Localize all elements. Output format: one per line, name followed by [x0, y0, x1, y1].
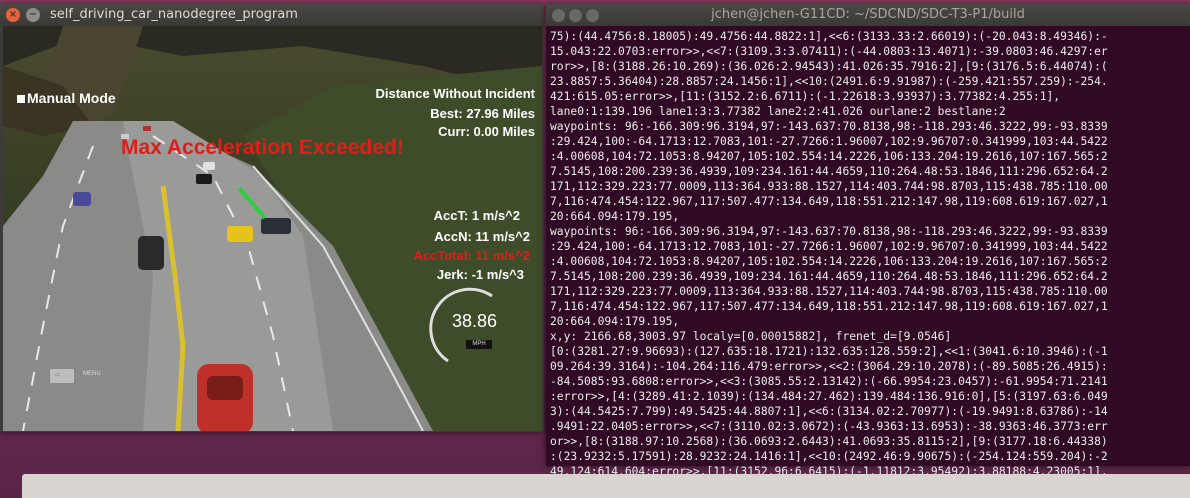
tangential-acceleration: AccT: 1 m/s^2: [433, 208, 520, 223]
terminal-title: jchen@jchen-G11CD: ~/SDCND/SDC-T3-P1/bui…: [711, 7, 1025, 22]
menu-icon: ▭: [55, 372, 60, 378]
simulator-titlebar[interactable]: × − self_driving_car_nanodegree_program: [0, 4, 544, 26]
best-distance: Best: 27.96 Miles: [430, 106, 535, 121]
terminal-line: 20:664.094:179.195,: [550, 315, 680, 328]
terminal-titlebar[interactable]: jchen@jchen-G11CD: ~/SDCND/SDC-T3-P1/bui…: [546, 4, 1190, 26]
menu-label: MENU: [83, 371, 101, 377]
jerk-readout: Jerk: -1 m/s^3: [436, 267, 524, 282]
terminal-window[interactable]: jchen@jchen-G11CD: ~/SDCND/SDC-T3-P1/bui…: [546, 4, 1190, 474]
terminal-line: 7.5145,108:200.239:36.4939,109:234.161:4…: [550, 270, 1108, 283]
terminal-line: 7.5145,108:200.239:36.4939,109:234.161:4…: [550, 165, 1108, 178]
close-icon[interactable]: [552, 9, 565, 22]
manual-mode-indicator: Manual Mode: [17, 90, 116, 106]
simulator-window[interactable]: × − self_driving_car_nanodegree_program: [0, 4, 544, 432]
terminal-line: :4.00608,104:72.1053:8.94207,105:102.554…: [550, 255, 1108, 268]
terminal-line: :29.424,100:-64.1713:12.7083,101:-27.726…: [550, 240, 1108, 253]
maximize-icon[interactable]: [586, 9, 599, 22]
terminal-line: 7,116:474.454:122.967,117:507.477:134.64…: [550, 300, 1108, 313]
total-acceleration: AccTotal: 11 m/s^2: [413, 248, 530, 263]
terminal-line: 20:664.094:179.195,: [550, 210, 680, 223]
terminal-line: :4.00608,104:72.1053:8.94207,105:102.554…: [550, 150, 1108, 163]
terminal-line: x,y: 2166.68,3003.97 localy=[0.00015882]…: [550, 330, 952, 343]
terminal-line: 49.124:614.604:error>>,[11:(3152.96:6.64…: [550, 465, 1108, 474]
distance-title: Distance Without Incident: [375, 86, 536, 101]
close-icon[interactable]: ×: [6, 8, 20, 22]
normal-acceleration: AccN: 11 m/s^2: [434, 229, 530, 244]
terminal-line: ror>>,[8:(3188.26:10.269):(36.026:2.9454…: [550, 60, 1108, 73]
terminal-line: 23.8857:5.36404):28.8857:24.1456:1],<<10…: [550, 75, 1108, 88]
taskbar: [22, 474, 1190, 498]
minimize-icon[interactable]: −: [26, 8, 40, 22]
acceleration-warning: Max Acceleration Exceeded!: [121, 136, 404, 159]
terminal-line: [0:(3281.27:9.96693):(127.635:18.1721):1…: [550, 345, 1108, 358]
terminal-output[interactable]: 75):(44.4756:8.18005):49.4756:44.8822:1]…: [550, 29, 1186, 474]
minimize-icon[interactable]: [569, 9, 582, 22]
terminal-line: lane0:1:139.196 lane1:3:3.77382 lane2:2:…: [550, 105, 1006, 118]
terminal-line: 3):(44.5425:7.799):49.5425:44.8807:1],<<…: [550, 405, 1108, 418]
speedometer-unit: MPH: [466, 340, 492, 349]
checkbox-icon: [17, 95, 25, 104]
terminal-line: 15.043:22.0703:error>>,<<7:(3109.3:3.074…: [550, 45, 1108, 58]
terminal-line: .9491:22.0405:error>>,<<7:(3110.02:3.067…: [550, 420, 1108, 433]
window-title: self_driving_car_nanodegree_program: [50, 7, 298, 22]
manual-mode-label: Manual Mode: [27, 90, 116, 106]
terminal-line: -84.5085:93.6808:error>>,<<3:(3085.55:2.…: [550, 375, 1108, 388]
terminal-line: 09.264:39.3164):-104.264:116.479:error>>…: [550, 360, 1108, 373]
terminal-line: 171,112:329.223:77.0009,113:364.933:88.1…: [550, 180, 1108, 193]
terminal-line: :29.424,100:-64.1713:12.7083,101:-27.726…: [550, 135, 1108, 148]
terminal-line: 421:615.05:error>>,[11:(3152.2:6.6711):(…: [550, 90, 1061, 103]
terminal-line: 171,112:329.223:77.0009,113:364.933:88.1…: [550, 285, 1108, 298]
menu-button[interactable]: ▭: [49, 368, 75, 384]
terminal-line: :error>>,[4:(3289.41:2.1039):(134.484:27…: [550, 390, 1108, 403]
terminal-line: :(23.9232:5.17591):28.9232:24.1416:1],<<…: [550, 450, 1108, 463]
terminal-line: 7,116:474.454:122.967,117:507.477:134.64…: [550, 195, 1108, 208]
terminal-line: 75):(44.4756:8.18005):49.4756:44.8822:1]…: [550, 30, 1108, 43]
terminal-line: or>>,[8:(3188.97:10.2568):(36.0693:2.644…: [550, 435, 1108, 448]
driving-scene: Manual Mode Distance Without Incident Be…: [3, 26, 542, 431]
current-distance: Curr: 0.00 Miles: [438, 124, 535, 139]
terminal-line: waypoints: 96:-166.309:96.3194,97:-143.6…: [550, 120, 1108, 133]
speedometer-value: 38.86: [452, 311, 498, 331]
terminal-line: waypoints: 96:-166.309:96.3194,97:-143.6…: [550, 225, 1108, 238]
